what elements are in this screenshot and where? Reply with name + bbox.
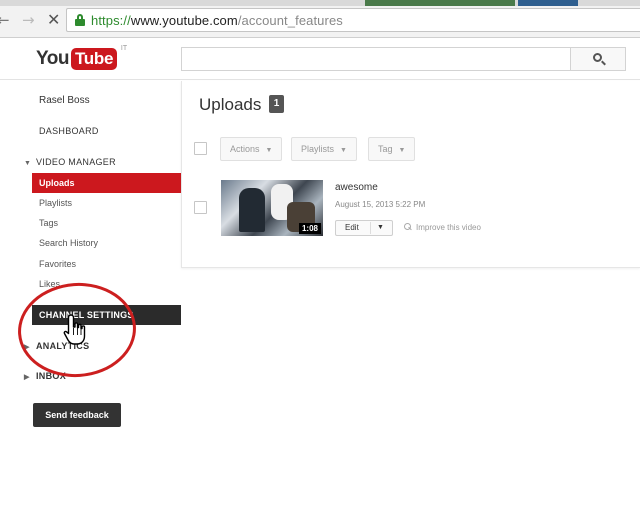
improve-video-link[interactable]: Improve this video (404, 222, 481, 232)
uploads-toolbar: Actions ▼ Playlists ▼ Tag ▼ (182, 137, 640, 163)
stop-icon[interactable]: ✕ (47, 12, 60, 28)
site-header: You Tube IT (0, 38, 640, 80)
page-content: Rasel Boss DASHBOARD ▼ VIDEO MANAGER Uplo… (0, 81, 640, 514)
caret-down-icon: ▼ (398, 147, 406, 154)
sidebar-item-video-manager[interactable]: ▼ VIDEO MANAGER (24, 157, 116, 167)
browser-tab-strip (0, 0, 640, 6)
forward-arrow-icon[interactable]: → (22, 12, 35, 28)
caret-down-icon: ▼ (340, 147, 347, 154)
actions-dropdown[interactable]: Actions ▼ (220, 137, 283, 161)
youtube-logo[interactable]: You Tube IT (36, 45, 127, 71)
magic-wand-icon (404, 223, 412, 231)
browser-tab[interactable] (365, 0, 515, 6)
video-title[interactable]: awesome (335, 182, 378, 193)
search-button[interactable] (570, 47, 626, 71)
caret-down-icon[interactable]: ▼ (377, 221, 384, 235)
hand-cursor-icon (63, 314, 86, 345)
locale-badge: IT (120, 45, 128, 52)
video-row: 1:08 awesome August 15, 2013 5:22 PM Edi… (182, 174, 640, 246)
lock-icon (75, 14, 85, 26)
triangle-right-icon: ▶ (24, 374, 30, 381)
tag-dropdown[interactable]: Tag ▼ (368, 137, 416, 161)
search-input[interactable] (181, 47, 571, 71)
url-text: https://www.youtube.com/account_features (91, 13, 343, 28)
browser-tab[interactable] (518, 0, 578, 6)
select-all-checkbox[interactable] (194, 142, 207, 155)
address-bar[interactable]: https://www.youtube.com/account_features (66, 8, 640, 32)
browser-toolbar: ← → ✕ https://www.youtube.com/account_fe… (0, 0, 640, 38)
caret-down-icon: ▼ (265, 147, 273, 154)
video-checkbox[interactable] (194, 201, 207, 214)
sidebar-item-tags[interactable]: Tags (32, 213, 181, 233)
triangle-down-icon: ▼ (24, 160, 32, 167)
upload-count-badge: 1 (269, 95, 284, 113)
playlists-dropdown[interactable]: Playlists ▼ (291, 137, 357, 161)
page-title: Uploads (199, 95, 262, 114)
search-icon (593, 53, 602, 62)
send-feedback-button[interactable]: Send feedback (33, 403, 121, 427)
video-date: August 15, 2013 5:22 PM (335, 200, 426, 209)
sidebar-item-uploads[interactable]: Uploads (32, 173, 181, 193)
user-name[interactable]: Rasel Boss (39, 95, 90, 106)
video-duration: 1:08 (298, 223, 321, 234)
sidebar-item-search-history[interactable]: Search History (32, 233, 181, 253)
edit-button[interactable]: Edit ▼ (335, 220, 393, 236)
video-thumbnail[interactable]: 1:08 (221, 180, 323, 236)
sidebar-item-playlists[interactable]: Playlists (32, 193, 181, 213)
sidebar-item-dashboard[interactable]: DASHBOARD (39, 126, 99, 136)
uploads-panel: Uploads 1 Actions ▼ Playlists ▼ Tag ▼ 1:08 … (181, 81, 640, 268)
back-arrow-icon[interactable]: ← (0, 12, 10, 28)
sidebar-item-favorites[interactable]: Favorites (32, 254, 181, 274)
